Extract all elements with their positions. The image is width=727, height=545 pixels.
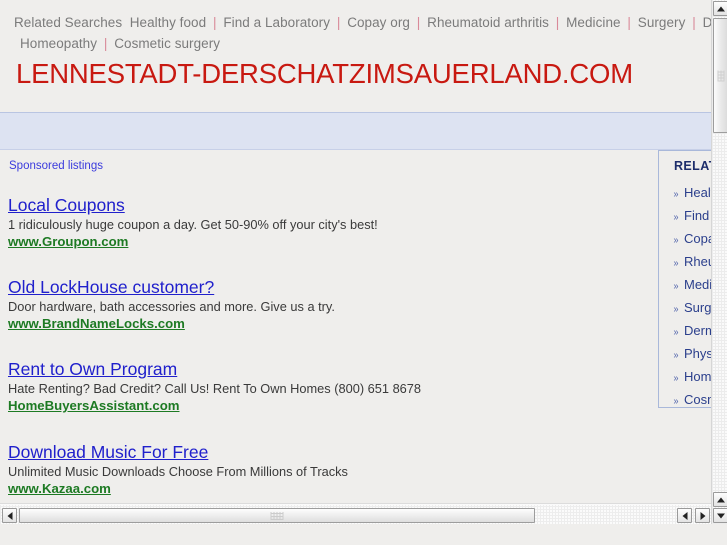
related-item-label: Rheumatoid arthritis <box>684 254 711 269</box>
ad-title-link[interactable]: Local Coupons <box>8 195 638 216</box>
vertical-scrollbar-thumb[interactable] <box>713 18 727 133</box>
nav-separator: | <box>692 15 696 30</box>
scroll-left-button[interactable] <box>2 508 17 523</box>
ad-title-link[interactable]: Download Music For Free <box>8 442 638 463</box>
nav-link-homeopathy[interactable]: Homeopathy <box>20 36 97 51</box>
related-item-label: Medicine <box>684 277 711 292</box>
nav-link-copay-org[interactable]: Copay org <box>347 15 410 30</box>
main-content: Sponsored listings Local Coupons 1 ridic… <box>0 150 711 524</box>
related-searches-list: » Healthy food » Find a Laboratory » Copay … <box>673 182 711 412</box>
nav-separator: | <box>555 15 560 30</box>
ad-description: Door hardware, bath accessories and more… <box>8 299 335 314</box>
grip-icon <box>270 511 284 520</box>
nav-separator: | <box>627 15 631 30</box>
related-searches-label: Related Searches <box>14 15 123 30</box>
arrow-right-icon <box>700 511 705 520</box>
nav-separator: | <box>336 15 341 30</box>
browser-viewport: Related Searches Healthy food | Find a L… <box>0 0 727 545</box>
vertical-scrollbar[interactable] <box>711 0 727 524</box>
scroll-up-button-secondary[interactable] <box>713 492 727 507</box>
related-item-label: Healthy food <box>684 185 711 200</box>
accent-band <box>0 112 711 150</box>
related-item-physician[interactable]: » Physician <box>673 343 711 366</box>
ad-title-link[interactable]: Old LockHouse customer? <box>8 277 638 298</box>
horizontal-scrollbar-thumb[interactable] <box>19 508 535 523</box>
nav-link-rheumatoid-arthritis[interactable]: Rheumatoid arthritis <box>427 15 549 30</box>
ad-title-link[interactable]: Rent to Own Program <box>8 359 638 380</box>
ad-description: 1 ridiculously huge coupon a day. Get 50… <box>8 217 378 232</box>
chevron-right-icon: » <box>673 281 679 292</box>
scroll-up-button[interactable] <box>713 1 727 16</box>
nav-link-find-a-laboratory[interactable]: Find a Laboratory <box>223 15 330 30</box>
nav-link-surgery[interactable]: Surgery <box>638 15 686 30</box>
related-searches-heading: RELATED SEARCHES <box>674 159 711 173</box>
nav-link-cosmetic-surgery[interactable]: Cosmetic surgery <box>114 36 220 51</box>
related-item-rheumatoid-arthritis[interactable]: » Rheumatoid arthritis <box>673 251 711 274</box>
arrow-up-icon <box>716 6 725 11</box>
arrow-up-icon <box>716 497 725 502</box>
related-item-label: Homeopathy <box>684 369 711 384</box>
sponsored-ad: Download Music For Free Unlimited Music … <box>8 442 638 497</box>
chevron-right-icon: » <box>673 350 679 361</box>
related-item-healthy-food[interactable]: » Healthy food <box>673 182 711 205</box>
related-searches-nav: Related Searches Healthy food | Find a L… <box>0 0 711 54</box>
arrow-left-icon <box>7 511 12 520</box>
related-item-label: Dermatology <box>684 323 711 338</box>
arrow-left-icon <box>682 511 687 520</box>
scroll-left-button-secondary[interactable] <box>677 508 692 523</box>
related-item-surgery[interactable]: » Surgery <box>673 297 711 320</box>
nav-separator: | <box>416 15 421 30</box>
web-page-content: Related Searches Healthy food | Find a L… <box>0 0 711 524</box>
ad-url-link[interactable]: www.BrandNameLocks.com <box>8 315 638 332</box>
page-title: LENNESTADT-DERSCHATZIMSAUERLAND.COM <box>16 58 633 89</box>
related-searches-box: RELATED SEARCHES » Healthy food » Find a L… <box>658 150 711 408</box>
grip-icon <box>717 70 724 81</box>
related-item-label: Surgery <box>684 300 711 315</box>
related-item-medicine[interactable]: » Medicine <box>673 274 711 297</box>
chevron-right-icon: » <box>673 304 679 315</box>
chevron-right-icon: » <box>673 327 679 338</box>
nav-separator: | <box>103 36 108 51</box>
sponsored-ad: Local Coupons 1 ridiculously huge coupon… <box>8 195 638 250</box>
chevron-right-icon: » <box>673 373 679 384</box>
arrow-down-icon <box>716 513 725 518</box>
nav-link-healthy-food[interactable]: Healthy food <box>130 15 206 30</box>
related-item-copay-org[interactable]: » Copay org <box>673 228 711 251</box>
ad-description: Hate Renting? Bad Credit? Call Us! Rent … <box>8 381 422 396</box>
nav-link-medicine[interactable]: Medicine <box>566 15 620 30</box>
related-item-label: Cosmetic surgery <box>684 392 711 407</box>
nav-separator: | <box>212 15 217 30</box>
related-item-dermatology[interactable]: » Dermatology <box>673 320 711 343</box>
horizontal-scrollbar[interactable] <box>0 503 711 524</box>
sponsored-ad: Old LockHouse customer? Door hardware, b… <box>8 277 638 332</box>
related-item-label: Find a Laboratory <box>684 208 711 223</box>
chevron-right-icon: » <box>673 258 679 269</box>
chevron-right-icon: » <box>673 396 679 407</box>
related-item-cosmetic-surgery[interactable]: » Cosmetic surgery <box>673 389 711 412</box>
nav-link-dermatology[interactable]: Dermato <box>703 15 711 30</box>
ad-url-link[interactable]: www.Kazaa.com <box>8 480 638 497</box>
related-item-label: Physician <box>684 346 711 361</box>
ad-description: Unlimited Music Downloads Choose From Mi… <box>8 464 348 479</box>
chevron-right-icon: » <box>673 212 679 223</box>
ad-url-link[interactable]: HomeBuyersAssistant.com <box>8 397 638 414</box>
scroll-right-button[interactable] <box>695 508 710 523</box>
sponsored-listings-label: Sponsored listings <box>9 160 103 172</box>
related-item-find-a-laboratory[interactable]: » Find a Laboratory <box>673 205 711 228</box>
scroll-down-button[interactable] <box>713 508 727 523</box>
sponsored-ad: Rent to Own Program Hate Renting? Bad Cr… <box>8 359 638 414</box>
related-item-homeopathy[interactable]: » Homeopathy <box>673 366 711 389</box>
ad-url-link[interactable]: www.Groupon.com <box>8 233 638 250</box>
related-item-label: Copay org <box>684 231 711 246</box>
chevron-right-icon: » <box>673 189 679 200</box>
chevron-right-icon: » <box>673 235 679 246</box>
